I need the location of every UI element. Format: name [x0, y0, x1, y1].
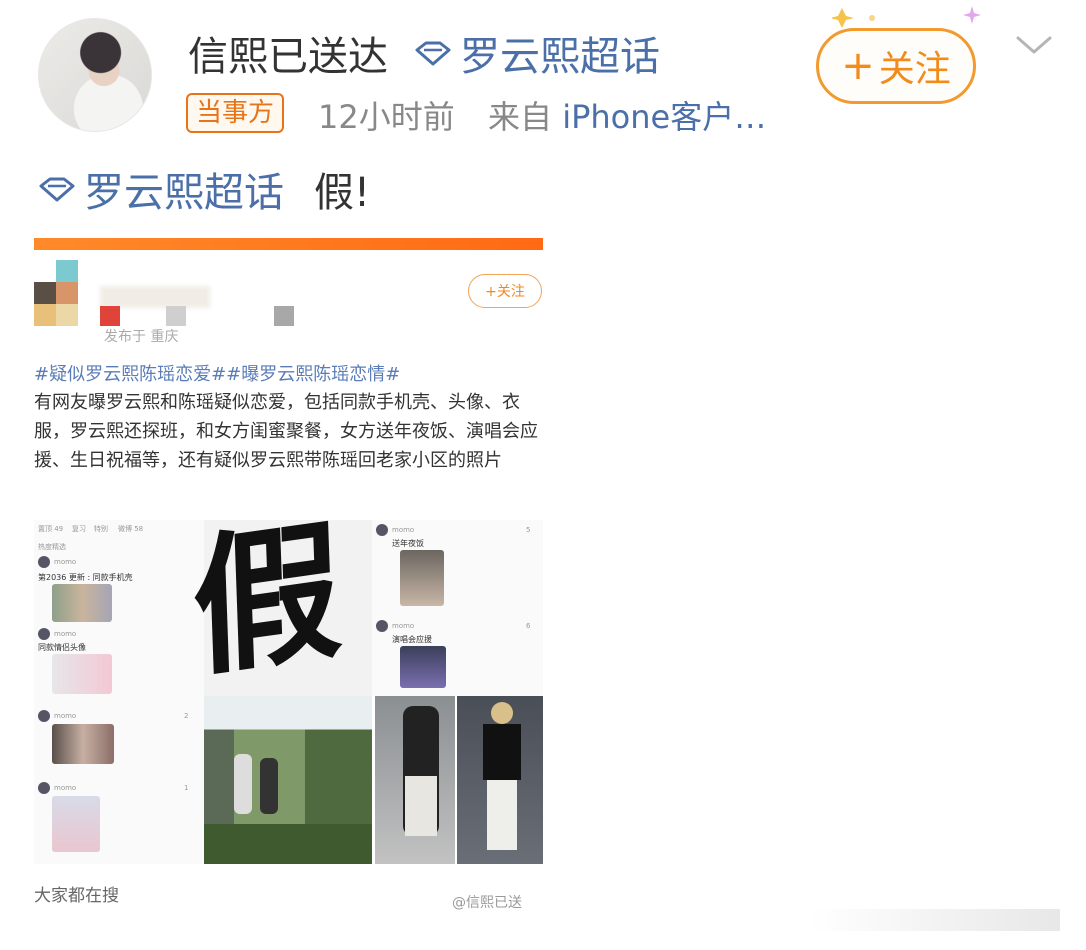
- post-time: 12小时前: [318, 98, 455, 136]
- post-author: momo: [54, 630, 77, 638]
- left-panel-screenshot: 置顶 49 复习 特别 微博 58 热度精选 momo 第2036 更新 : 同…: [34, 520, 204, 864]
- overlay-fake-character: 假: [189, 503, 341, 699]
- avatar[interactable]: [38, 18, 152, 132]
- person-figure: [483, 724, 521, 780]
- post-thumbnail: [52, 654, 112, 694]
- post-thumbnail: [400, 646, 446, 688]
- photo-tile: [375, 696, 455, 864]
- diamond-icon: [39, 177, 75, 202]
- person-figure: [405, 776, 437, 836]
- avatar: [38, 556, 50, 568]
- avatar: [38, 710, 50, 722]
- post-thumbnail: [52, 724, 114, 764]
- like-count: 5: [526, 526, 531, 534]
- person-figure: [491, 702, 513, 724]
- supertopic-label: 罗云熙超话: [460, 34, 660, 80]
- post-author: momo: [54, 712, 77, 720]
- post-author: momo: [54, 784, 77, 792]
- mosaic-block: [56, 260, 78, 282]
- post-author: momo: [54, 558, 77, 566]
- username[interactable]: 信熙已送达: [188, 24, 388, 82]
- post-source: 来自 iPhone客户…: [488, 92, 766, 138]
- person-figure: [260, 758, 278, 814]
- person-figure: [234, 754, 252, 814]
- post-text: 罗云熙超话 假!: [38, 160, 370, 218]
- post-author: momo: [392, 526, 415, 534]
- plus-icon: +: [841, 43, 875, 89]
- embedded-follow-button[interactable]: +关注: [468, 274, 542, 308]
- post-thumbnail: [52, 796, 100, 852]
- photo-grid: [204, 696, 543, 864]
- source-device[interactable]: iPhone客户…: [562, 98, 766, 136]
- follow-button[interactable]: + 关注: [816, 28, 976, 104]
- person-figure: [487, 780, 517, 850]
- post-caption: 送年夜饭: [392, 539, 424, 548]
- post-caption: 第2036 更新 : 同款手机壳: [38, 573, 133, 582]
- mosaic-block: [34, 282, 56, 304]
- mosaic-block: [56, 304, 78, 326]
- photo-tile: [204, 696, 372, 864]
- mosaic-block: [34, 304, 56, 326]
- embedded-location: 发布于 重庆: [104, 329, 179, 345]
- left-panel-tab: 微博 58: [118, 525, 144, 533]
- mosaic-block: [56, 282, 78, 304]
- like-count: 6: [526, 622, 531, 630]
- mosaic-block: [166, 306, 186, 326]
- post-body: 假!: [314, 170, 371, 216]
- mosaic-block: [274, 306, 294, 326]
- photo-tile: [457, 696, 543, 864]
- left-panel-tab: 特别: [94, 525, 108, 533]
- post-author: momo: [392, 622, 415, 630]
- left-panel-tab: 复习: [72, 525, 86, 533]
- diamond-icon: [415, 41, 451, 66]
- avatar: [38, 628, 50, 640]
- watermark: @信熙已送: [452, 895, 522, 911]
- post-caption: 同款情侣头像: [38, 643, 86, 652]
- like-count: 1: [184, 784, 189, 792]
- app-header-bar: [34, 238, 543, 250]
- fade-decoration: [810, 909, 1060, 931]
- post-caption: 演唱会应援: [392, 635, 432, 644]
- hedge: [204, 824, 372, 864]
- embedded-body: 有网友曝罗云熙和陈瑶疑似恋爱，包括同款手机壳、头像、衣服，罗云熙还探班，和女方闺…: [34, 392, 538, 471]
- source-prefix: 来自: [488, 98, 553, 136]
- left-panel-section: 热度精选: [38, 543, 66, 551]
- post-topic-link[interactable]: 罗云熙超话: [84, 160, 284, 218]
- status-badge: 当事方: [186, 93, 285, 133]
- follow-label: 关注: [878, 49, 951, 90]
- trending-search-title: 大家都在搜: [34, 886, 119, 906]
- avatar: [376, 620, 388, 632]
- chevron-down-icon[interactable]: [1014, 30, 1054, 60]
- right-panel-screenshot: momo 5 送年夜饭 momo 6 演唱会应援: [372, 520, 543, 696]
- embedded-screenshot[interactable]: +关注 发布于 重庆 #疑似罗云熙陈瑶恋爱##曝罗云熙陈瑶恋情# 有网友曝罗云熙…: [34, 236, 543, 916]
- post-thumbnail: [400, 550, 444, 606]
- embedded-hashtags[interactable]: #疑似罗云熙陈瑶恋爱##曝罗云熙陈瑶恋情#: [34, 360, 400, 386]
- avatar: [376, 524, 388, 536]
- post-thumbnail: [52, 584, 112, 622]
- left-panel-tab: 置顶 49: [38, 525, 64, 533]
- like-count: 2: [184, 712, 189, 720]
- blurred-username: [100, 286, 210, 308]
- supertopic-link[interactable]: 罗云熙超话: [414, 24, 660, 82]
- mosaic-block: [100, 306, 120, 326]
- avatar: [38, 782, 50, 794]
